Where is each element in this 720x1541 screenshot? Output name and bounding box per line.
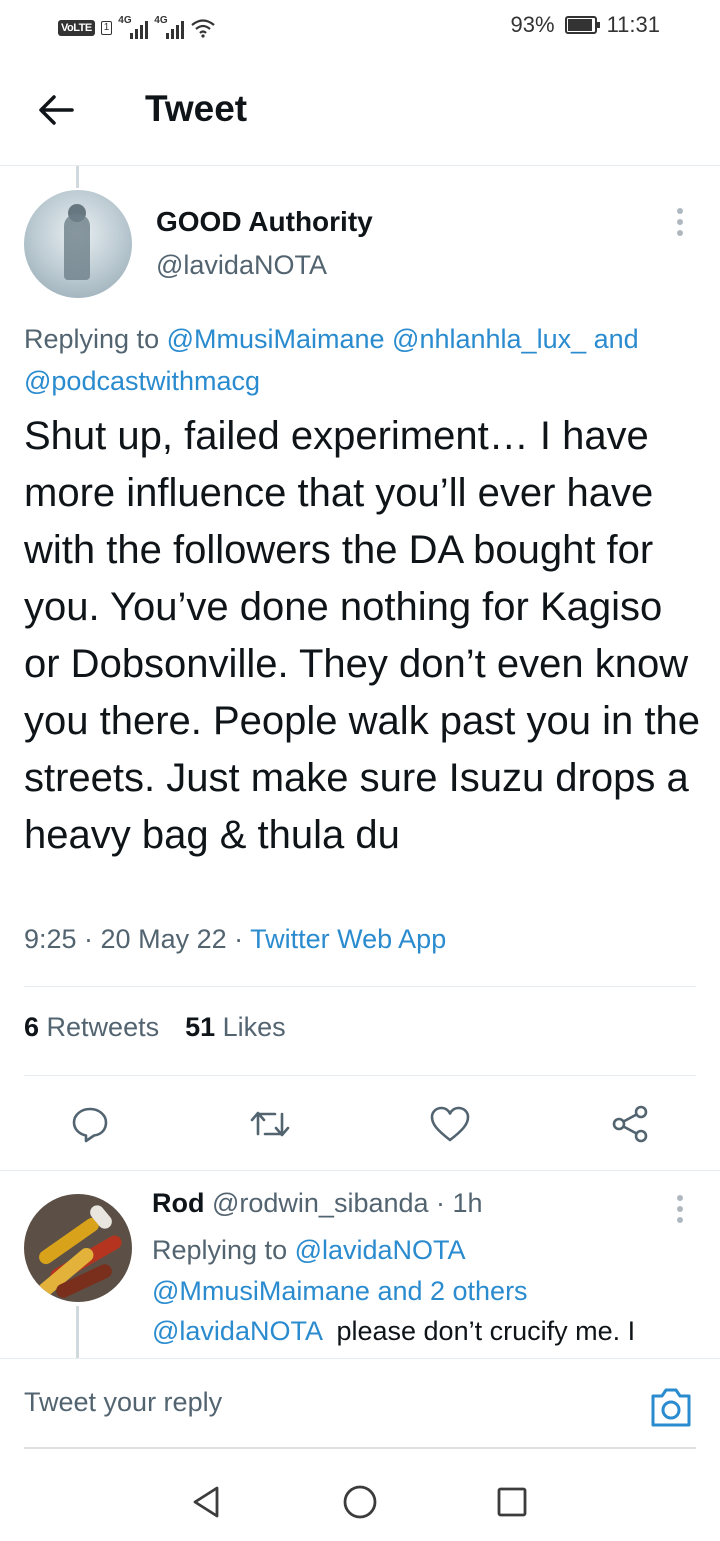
nav-recents-icon <box>497 1487 527 1517</box>
divider <box>24 1075 696 1076</box>
reply-mention-link[interactable]: @lavidaNOTA <box>152 1316 321 1346</box>
thread-line-top <box>76 166 79 188</box>
tweet-stats: 6 Retweets 51 Likes <box>24 1012 286 1043</box>
more-options-button[interactable] <box>670 205 690 239</box>
nav-home-icon <box>343 1485 377 1519</box>
status-bar-right: 93% 11:31 <box>511 12 660 38</box>
retweets-count: 6 <box>24 1012 40 1042</box>
signal-icon-2: 4G <box>154 15 185 39</box>
camera-button[interactable] <box>648 1385 694 1429</box>
reply-composer <box>0 1358 720 1458</box>
replying-prefix: Replying to <box>24 324 167 354</box>
reply-text-body: please don’t crucify me. I <box>321 1316 636 1346</box>
reply-replying-others-link[interactable]: @MmusiMaimane and 2 others <box>152 1276 528 1306</box>
likes-label: Likes <box>215 1012 286 1042</box>
arrow-left-icon <box>39 95 74 125</box>
signal-icon: 4G <box>118 15 149 39</box>
replying-to: Replying to @MmusiMaimane @nhlanhla_lux_… <box>24 318 704 402</box>
volte-indicator: VoLTE <box>58 20 95 36</box>
divider <box>24 986 696 987</box>
reply-text[interactable]: @lavidaNOTA please don’t crucify me. I <box>152 1316 712 1347</box>
network-type-label: 4G <box>118 15 132 26</box>
retweets-label: Retweets <box>39 1012 160 1042</box>
likes-count: 51 <box>185 1012 216 1042</box>
tweet-time-date: 9:25 · 20 May 22 · <box>24 924 251 954</box>
reply-more-options-button[interactable] <box>670 1192 690 1226</box>
nav-recents-button[interactable] <box>488 1478 536 1526</box>
more-dots-icon <box>677 1195 683 1201</box>
tweet-actions <box>0 1096 720 1152</box>
heart-icon <box>430 1106 470 1142</box>
battery-icon <box>564 16 600 34</box>
replying-users-link[interactable]: @MmusiMaimane @nhlanhla_lux_ <box>167 324 587 354</box>
sim-number: 1 <box>100 21 113 35</box>
page-title: Tweet <box>145 88 248 129</box>
retweet-icon <box>250 1111 290 1137</box>
top-app-bar: Tweet <box>0 56 720 166</box>
thread-line-bottom <box>76 1306 79 1358</box>
nav-back-icon <box>193 1486 219 1518</box>
author-avatar[interactable] <box>24 190 132 298</box>
reply-author-avatar[interactable] <box>24 1194 132 1302</box>
tweet-timestamp: 9:25 · 20 May 22 · Twitter Web App <box>24 924 446 955</box>
tweet-text: Shut up, failed experiment… I have more … <box>24 414 700 857</box>
battery-percent: 93% <box>510 12 555 37</box>
reply-time: · 1h <box>428 1188 483 1218</box>
status-bar: VoLTE 1 4G 4G 93% 11:31 <box>0 0 720 56</box>
reply-icon <box>72 1107 108 1143</box>
nav-home-button[interactable] <box>336 1478 384 1526</box>
retweet-button[interactable] <box>242 1096 298 1152</box>
reply-author-handle[interactable]: @rodwin_sibanda <box>204 1188 429 1218</box>
nav-back-button[interactable] <box>182 1478 230 1526</box>
replying-and[interactable]: and <box>586 324 639 354</box>
like-button[interactable] <box>422 1096 478 1152</box>
system-nav-bar <box>0 1460 720 1541</box>
network-type-label-2: 4G <box>154 15 168 26</box>
author-handle[interactable]: @lavidaNOTA <box>156 250 327 281</box>
reply-header: Rod @rodwin_sibanda · 1h <box>152 1188 483 1219</box>
wifi-icon <box>191 19 215 38</box>
camera-icon <box>651 1388 691 1427</box>
likes-stat[interactable]: 51 Likes <box>185 1012 286 1043</box>
back-button[interactable] <box>32 86 80 134</box>
reply-button[interactable] <box>62 1096 118 1152</box>
reply-input-underline <box>24 1447 696 1449</box>
status-bar-left: VoLTE 1 4G 4G <box>58 14 216 42</box>
divider <box>0 1170 720 1171</box>
retweets-stat[interactable]: 6 Retweets <box>24 1012 159 1043</box>
share-icon <box>612 1105 648 1143</box>
more-dots-icon <box>677 208 683 214</box>
tweet-source-link[interactable]: Twitter Web App <box>250 924 446 954</box>
clock: 11:31 <box>606 12 660 37</box>
reply-input[interactable] <box>24 1387 624 1418</box>
replying-more-link[interactable]: @podcastwithmacg <box>24 366 260 396</box>
reply-author-name[interactable]: Rod <box>152 1188 204 1218</box>
reply-replying-to: Replying to @lavidaNOTA @MmusiMaimane and… <box>152 1230 692 1312</box>
reply-replying-user-link[interactable]: @lavidaNOTA <box>295 1235 466 1265</box>
reply-replying-prefix: Replying to <box>152 1235 295 1265</box>
share-button[interactable] <box>602 1096 658 1152</box>
author-name[interactable]: GOOD Authority <box>156 206 373 238</box>
